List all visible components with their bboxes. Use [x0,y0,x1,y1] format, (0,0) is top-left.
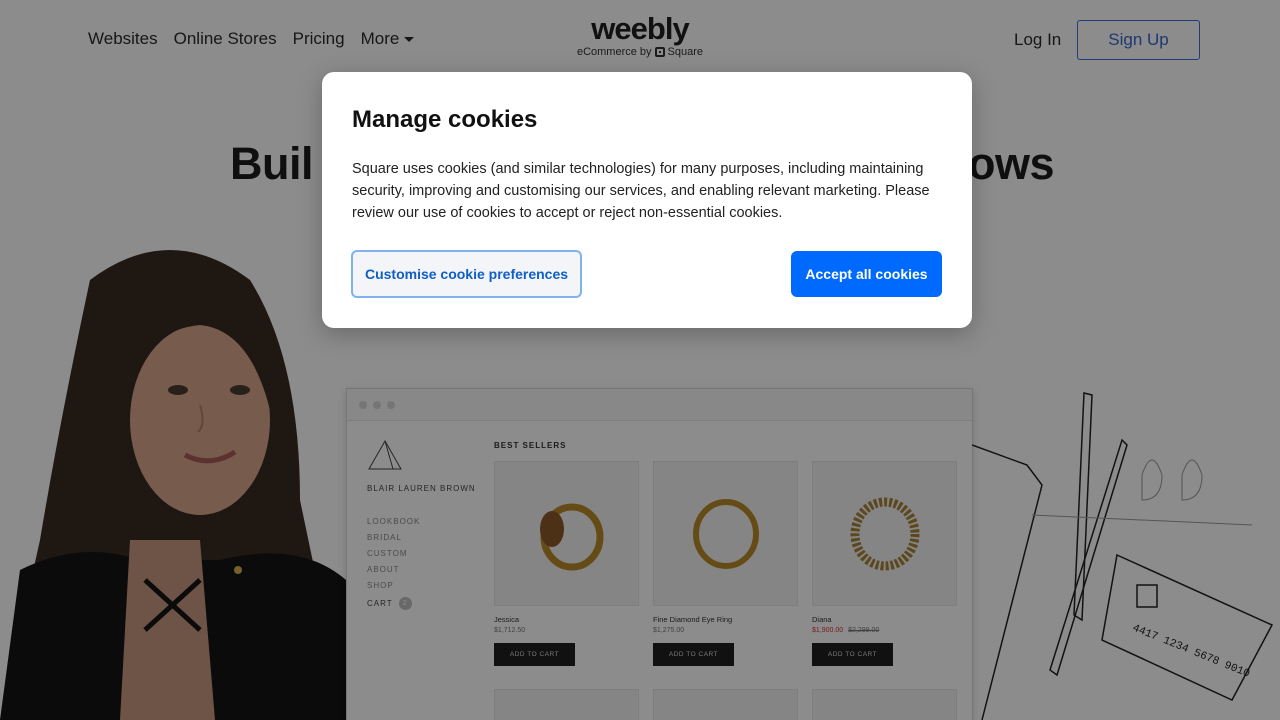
dialog-body: Square uses cookies (and similar technol… [352,161,930,221]
customise-cookie-preferences-button[interactable]: Customise cookie preferences [351,250,582,298]
accept-all-cookies-button[interactable]: Accept all cookies [791,251,942,297]
cookie-dialog: Manage cookies Square uses cookies (and … [322,72,972,328]
dialog-title: Manage cookies [352,106,538,133]
